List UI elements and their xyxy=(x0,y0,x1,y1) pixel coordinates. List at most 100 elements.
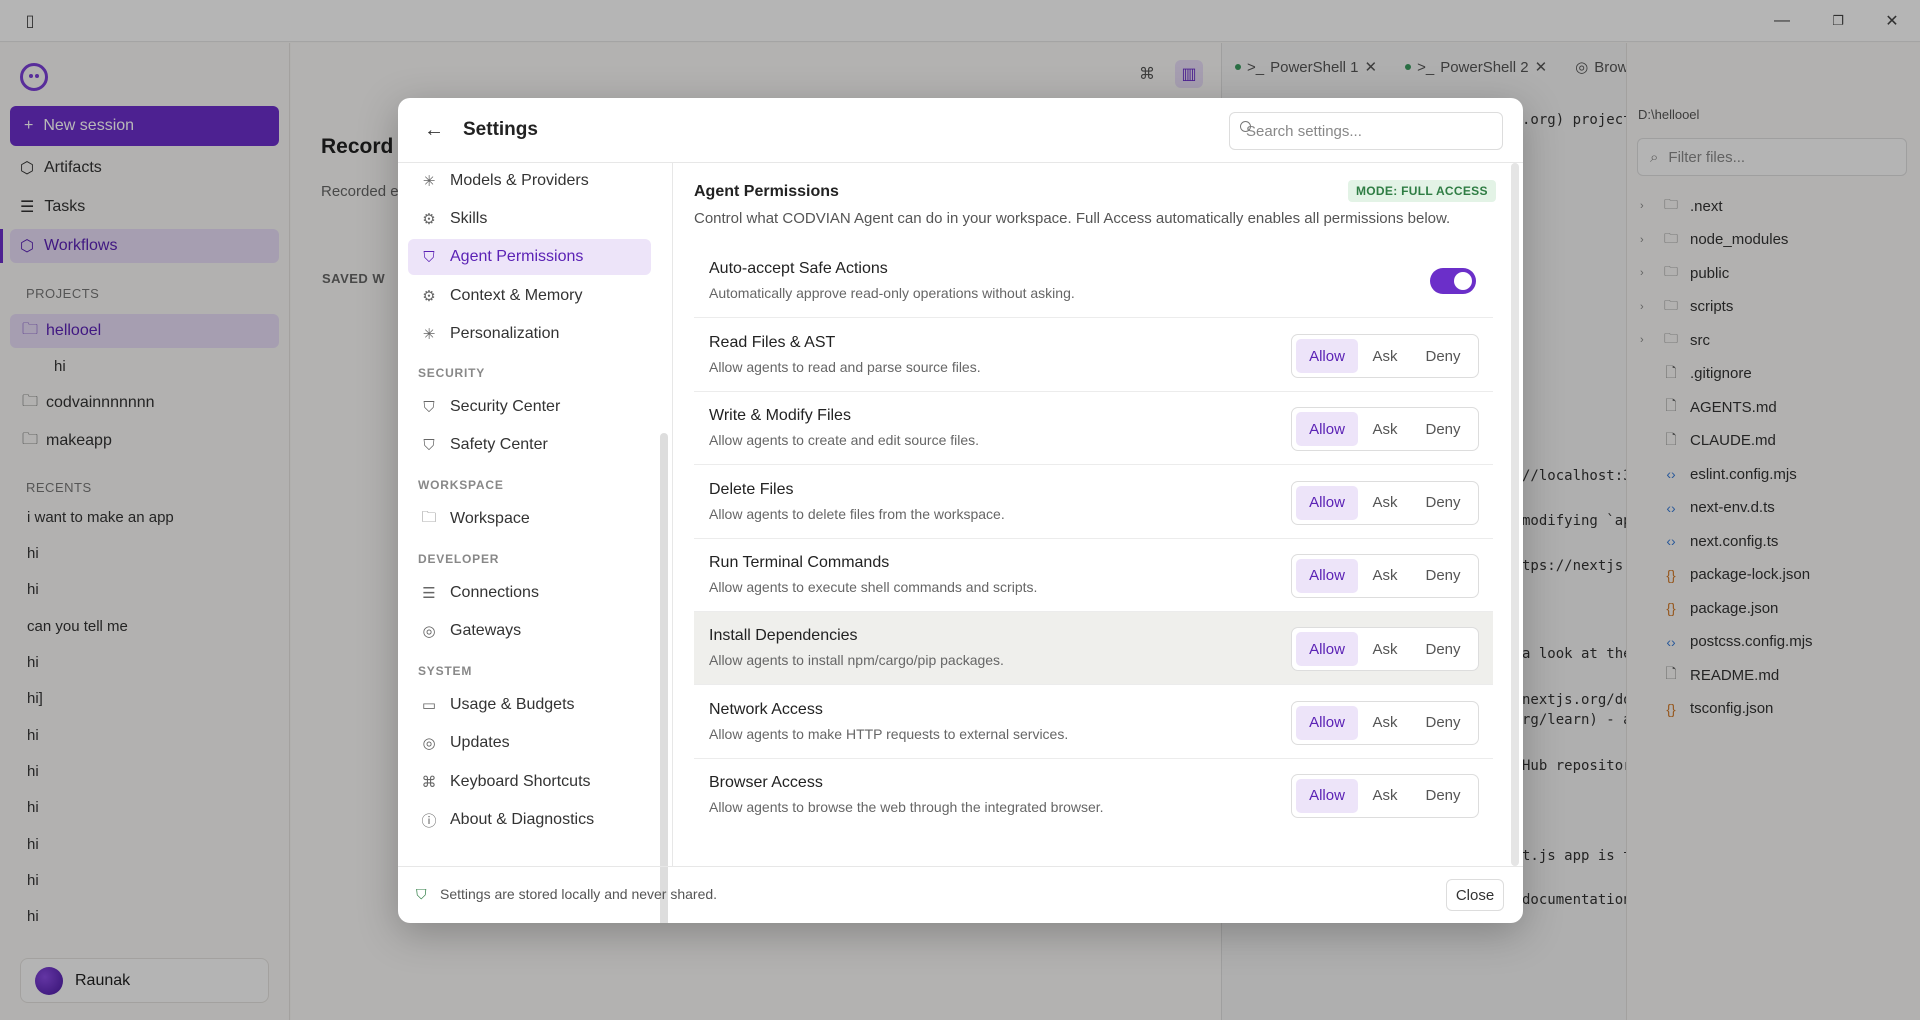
nav-agent-permissions[interactable]: ⛉ Agent Permissions xyxy=(408,239,651,275)
permission-segmented-control: Allow Ask Deny xyxy=(1291,407,1479,452)
option-ask-button[interactable]: Ask xyxy=(1358,559,1412,593)
nav-label: Security Center xyxy=(450,398,561,415)
row-title: Install Dependencies xyxy=(709,627,858,645)
permissions-panel: Agent Permissions MODE: FULL ACCESS Cont… xyxy=(674,163,1510,866)
settings-nav: ✳ Models & Providers ⚙ Skills ⛉ Agent Permi… xyxy=(398,163,673,923)
info-icon: ⓘ xyxy=(421,812,437,830)
permission-row: Read Files & AST Allow agents to read and… xyxy=(694,319,1493,392)
row-description: Allow agents to install npm/cargo/pip pa… xyxy=(709,652,1004,669)
nav-label: Gateways xyxy=(450,622,522,639)
option-allow-button[interactable]: Allow xyxy=(1296,705,1358,740)
permission-row: Install Dependencies Allow agents to inst… xyxy=(694,612,1493,686)
option-deny-button[interactable]: Deny xyxy=(1412,559,1474,593)
option-ask-button[interactable]: Ask xyxy=(1358,632,1412,666)
nav-usage-budgets[interactable]: ▭ Usage & Budgets xyxy=(408,687,651,723)
permission-segmented-control: Allow Ask Deny xyxy=(1291,627,1479,672)
row-title: Auto-accept Safe Actions xyxy=(709,260,888,277)
nav-label: Safety Center xyxy=(450,436,548,453)
option-allow-button[interactable]: Allow xyxy=(1296,412,1358,447)
modal-header: ← Settings Search settings... xyxy=(398,98,1523,163)
option-deny-button[interactable]: Deny xyxy=(1412,486,1474,520)
nav-connections[interactable]: ☰ Connections xyxy=(408,575,651,611)
row-description: Automatically approve read-only operatio… xyxy=(709,285,1075,301)
nav-personalization[interactable]: ✳ Personalization xyxy=(408,316,651,352)
nav-updates[interactable]: ◎ Updates xyxy=(408,725,651,761)
permission-segmented-control: Allow Ask Deny xyxy=(1291,553,1479,598)
spark-icon: ✳ xyxy=(422,173,436,190)
nav-label: Keyboard Shortcuts xyxy=(450,773,591,790)
row-title: Delete Files xyxy=(709,480,794,498)
option-allow-button[interactable]: Allow xyxy=(1296,485,1358,520)
folder-icon: 🗀 xyxy=(421,508,437,526)
connections-icon: ☰ xyxy=(422,585,436,602)
permission-row: Write & Modify Files Allow agents to crea… xyxy=(694,392,1493,466)
option-deny-button[interactable]: Deny xyxy=(1412,339,1474,373)
wallet-icon: ▭ xyxy=(421,697,437,714)
option-ask-button[interactable]: Ask xyxy=(1358,779,1412,813)
security-section-label: SECURITY xyxy=(418,366,486,380)
panel-description: Control what CODVIAN Agent can do in you… xyxy=(694,210,1451,227)
nav-label: Workspace xyxy=(450,510,530,527)
nav-skills[interactable]: ⚙ Skills xyxy=(408,201,651,237)
shield-icon: ⛉ xyxy=(416,886,427,902)
nav-label: Usage & Budgets xyxy=(450,696,575,713)
option-ask-button[interactable]: Ask xyxy=(1358,339,1412,373)
globe-icon: ◎ xyxy=(422,623,436,640)
modal-title: Settings xyxy=(463,119,538,140)
row-title: Browser Access xyxy=(709,773,823,791)
nav-label: About & Diagnostics xyxy=(450,811,595,828)
nav-workspace[interactable]: 🗀 Workspace xyxy=(408,501,651,537)
permission-row: Run Terminal Commands Allow agents to exe… xyxy=(694,539,1493,612)
option-deny-button[interactable]: Deny xyxy=(1412,706,1474,740)
nav-label: Models & Providers xyxy=(450,172,589,189)
search-settings-input[interactable]: Search settings... xyxy=(1229,112,1503,150)
row-title: Run Terminal Commands xyxy=(709,553,890,571)
row-title: Network Access xyxy=(709,700,823,718)
option-ask-button[interactable]: Ask xyxy=(1358,412,1412,446)
nav-context-memory[interactable]: ⚙ Context & Memory xyxy=(408,278,651,314)
auto-accept-toggle[interactable] xyxy=(1430,268,1476,294)
option-ask-button[interactable]: Ask xyxy=(1358,706,1412,740)
skills-icon: ⚙ xyxy=(422,211,436,228)
nav-keyboard-shortcuts[interactable]: ⌘ Keyboard Shortcuts xyxy=(408,764,651,800)
row-description: Allow agents to delete files from the wo… xyxy=(709,505,1005,522)
shield-icon: ⛉ xyxy=(423,248,435,266)
spark-icon: ✳ xyxy=(422,326,436,343)
permission-row: Browser Access Allow agents to browse the… xyxy=(694,759,1493,832)
row-description: Allow agents to read and parse source fi… xyxy=(709,359,981,375)
row-description: Allow agents to create and edit source f… xyxy=(709,432,980,449)
option-deny-button[interactable]: Deny xyxy=(1412,779,1474,813)
nav-about-diagnostics[interactable]: ⓘ About & Diagnostics xyxy=(408,802,651,838)
nav-gateways[interactable]: ◎ Gateways xyxy=(408,613,651,649)
memory-icon: ⚙ xyxy=(422,288,436,305)
close-button[interactable]: Close xyxy=(1446,879,1504,911)
option-allow-button[interactable]: Allow xyxy=(1296,339,1358,373)
nav-security-center[interactable]: ⛉ Security Center xyxy=(408,389,651,425)
option-deny-button[interactable]: Deny xyxy=(1412,412,1474,446)
option-allow-button[interactable]: Allow xyxy=(1296,632,1358,667)
nav-label: Agent Permissions xyxy=(450,248,584,265)
permission-row: Delete Files Allow agents to delete files… xyxy=(694,466,1493,539)
option-deny-button[interactable]: Deny xyxy=(1412,632,1474,666)
row-title: Read Files & AST xyxy=(709,334,836,351)
permission-segmented-control: Allow Ask Deny xyxy=(1291,480,1479,525)
shield-icon: ⛉ xyxy=(423,436,435,454)
nav-label: Personalization xyxy=(450,325,560,342)
nav-models-providers[interactable]: ✳ Models & Providers xyxy=(408,163,651,199)
developer-section-label: DEVELOPER xyxy=(418,552,500,566)
permission-segmented-control: Allow Ask Deny xyxy=(1291,334,1479,378)
nav-scrollbar[interactable] xyxy=(660,433,668,923)
option-allow-button[interactable]: Allow xyxy=(1296,558,1358,593)
back-arrow-icon[interactable]: ← xyxy=(422,118,446,142)
search-icon xyxy=(1240,121,1251,132)
command-icon: ⌘ xyxy=(421,774,437,791)
content-scrollbar[interactable] xyxy=(1511,163,1519,866)
row-description: Allow agents to execute shell commands a… xyxy=(709,578,1038,595)
option-ask-button[interactable]: Ask xyxy=(1358,486,1412,520)
option-allow-button[interactable]: Allow xyxy=(1296,778,1358,813)
nav-safety-center[interactable]: ⛉ Safety Center xyxy=(408,427,651,463)
system-section-label: SYSTEM xyxy=(418,664,473,678)
panel-title: Agent Permissions xyxy=(694,183,839,200)
permission-segmented-control: Allow Ask Deny xyxy=(1291,773,1479,818)
nav-label: Skills xyxy=(450,210,488,227)
